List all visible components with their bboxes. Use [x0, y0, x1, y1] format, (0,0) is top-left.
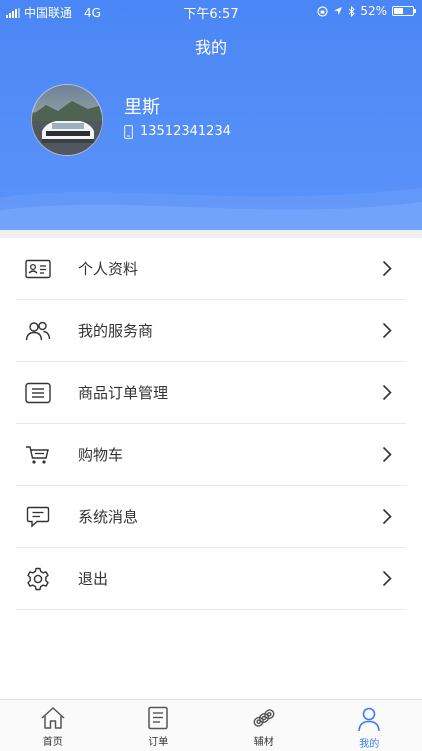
order-icon — [147, 706, 169, 730]
id-card-icon — [24, 255, 52, 283]
tab-home[interactable]: 首页 — [0, 700, 106, 751]
profile-header: 中国联通 4G 下午6:57 52% 我的 里斯 13512341234 — [0, 0, 422, 230]
tab-label: 首页 — [43, 733, 63, 748]
tab-mine[interactable]: 我的 — [317, 700, 422, 751]
menu-item-label: 商品订单管理 — [78, 382, 168, 403]
menu-item-order-management[interactable]: 商品订单管理 — [16, 362, 406, 424]
menu-item-label: 我的服务商 — [78, 320, 153, 341]
avatar[interactable] — [31, 84, 103, 156]
cart-icon — [24, 441, 52, 469]
tab-materials[interactable]: 辅材 — [211, 700, 317, 751]
orientation-lock-icon — [317, 6, 328, 17]
chevron-right-icon — [382, 322, 392, 339]
users-icon — [24, 317, 52, 345]
mobile-phone-icon — [124, 125, 133, 139]
home-icon — [40, 706, 66, 730]
profile-menu: 个人资料 我的服务商 商品订单管理 购物车 系统消息 退出 — [0, 238, 422, 610]
location-arrow-icon — [333, 6, 343, 16]
tab-orders[interactable]: 订单 — [106, 700, 212, 751]
menu-item-my-providers[interactable]: 我的服务商 — [16, 300, 406, 362]
message-icon — [24, 503, 52, 531]
gear-icon — [24, 565, 52, 593]
chevron-right-icon — [382, 446, 392, 463]
tab-label: 辅材 — [254, 733, 274, 748]
phone-number: 13512341234 — [140, 124, 231, 139]
phone-row: 13512341234 — [124, 124, 231, 139]
username: 里斯 — [124, 93, 160, 119]
menu-item-label: 退出 — [78, 568, 108, 589]
battery-icon — [392, 6, 414, 16]
tab-label: 我的 — [359, 735, 379, 750]
chevron-right-icon — [382, 384, 392, 401]
status-bar: 中国联通 4G 下午6:57 52% — [0, 0, 422, 22]
tab-label: 订单 — [148, 733, 168, 748]
materials-icon — [251, 706, 277, 730]
avatar-car-photo — [32, 85, 102, 155]
page-title: 我的 — [0, 34, 422, 58]
bluetooth-icon — [348, 6, 355, 17]
chevron-right-icon — [382, 260, 392, 277]
section-divider — [0, 230, 422, 238]
list-icon — [24, 379, 52, 407]
chevron-right-icon — [382, 570, 392, 587]
chevron-right-icon — [382, 508, 392, 525]
profile-icon — [357, 706, 381, 732]
menu-item-system-messages[interactable]: 系统消息 — [16, 486, 406, 548]
menu-item-logout[interactable]: 退出 — [16, 548, 406, 610]
menu-item-label: 个人资料 — [78, 258, 138, 279]
header-wave-decoration — [0, 170, 422, 230]
menu-item-profile-info[interactable]: 个人资料 — [16, 238, 406, 300]
menu-item-label: 购物车 — [78, 444, 123, 465]
battery-percent: 52% — [360, 4, 387, 18]
menu-item-label: 系统消息 — [78, 506, 138, 527]
bottom-tab-bar: 首页 订单 辅材 我的 — [0, 699, 422, 751]
menu-item-shopping-cart[interactable]: 购物车 — [16, 424, 406, 486]
